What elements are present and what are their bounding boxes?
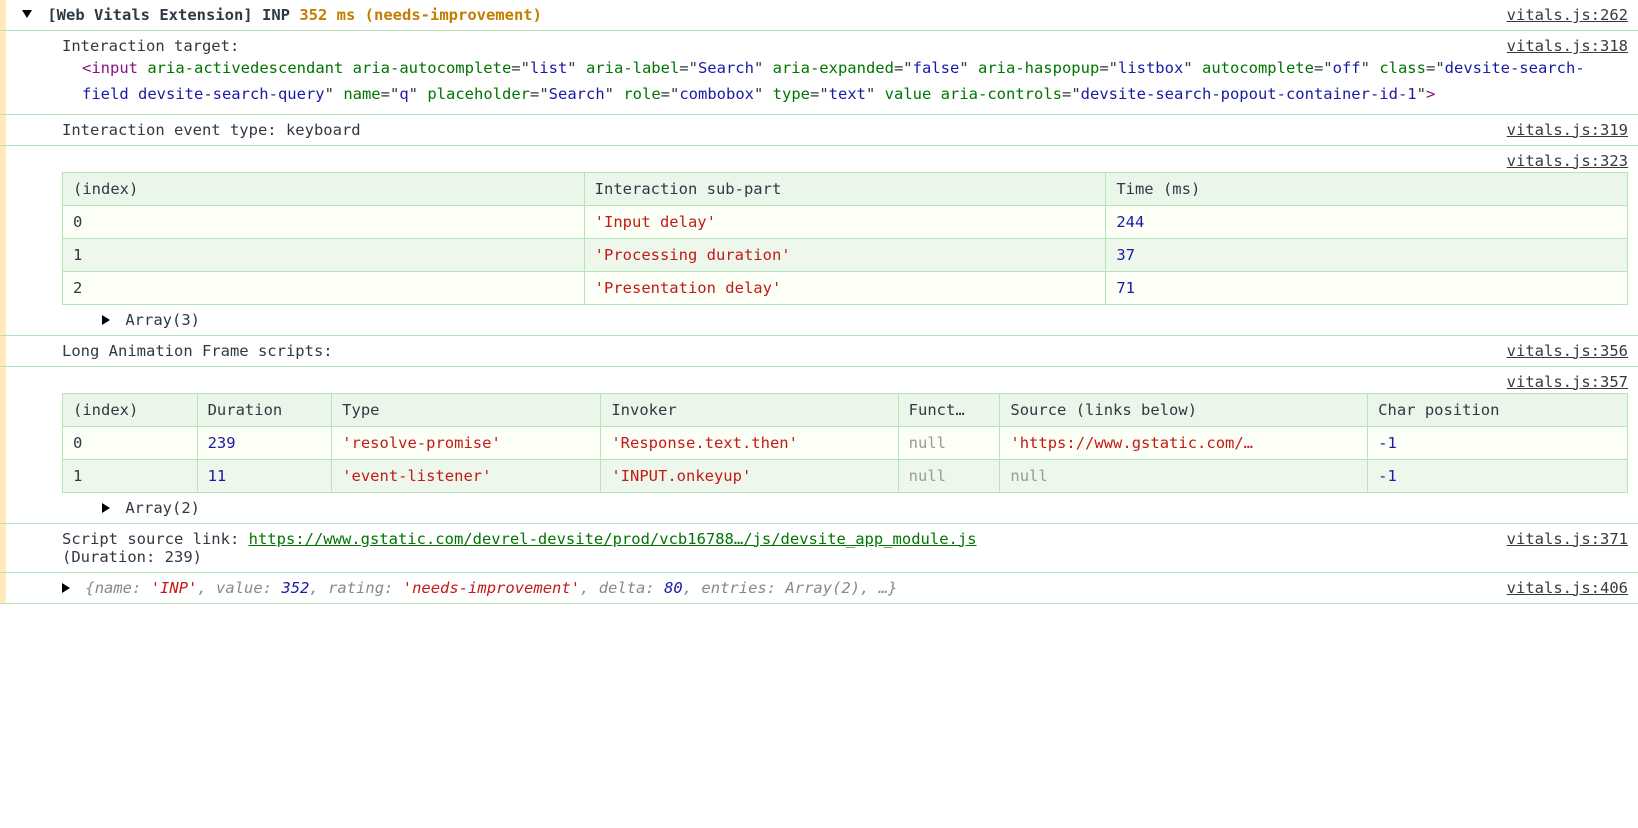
th-funct: Funct… [898, 393, 1000, 426]
source-link[interactable]: vitals.js:319 [1507, 121, 1628, 139]
source-link[interactable]: vitals.js:323 [1507, 152, 1628, 170]
log-object-summary[interactable]: {name: 'INP', value: 352, rating: 'needs… [0, 572, 1638, 604]
array-summary[interactable]: Array(3) [125, 311, 200, 329]
table-row: 0'Input delay'244 [63, 205, 1628, 238]
source-link[interactable]: vitals.js:356 [1507, 342, 1628, 360]
interaction-target-element[interactable]: <input aria-activedescendant aria-autoco… [22, 55, 1628, 108]
header-prefix: [Web Vitals Extension] [47, 6, 252, 24]
expand-object-icon[interactable] [62, 583, 70, 593]
expand-array-icon[interactable] [102, 315, 110, 325]
laf-scripts-table: (index) Duration Type Invoker Funct… Sou… [62, 393, 1628, 493]
source-link[interactable]: vitals.js:318 [1507, 37, 1628, 55]
table-row: 1'Processing duration'37 [63, 238, 1628, 271]
th-source: Source (links below) [1000, 393, 1368, 426]
log-table-interaction-parts: vitals.js:323 (index) Interaction sub-pa… [0, 145, 1638, 336]
expand-array-icon[interactable] [102, 503, 110, 513]
array-summary[interactable]: Array(2) [125, 499, 200, 517]
log-laf-label: Long Animation Frame scripts: vitals.js:… [0, 335, 1638, 367]
th-index: (index) [63, 172, 585, 205]
th-time: Time (ms) [1106, 172, 1628, 205]
th-subpart: Interaction sub-part [584, 172, 1106, 205]
header-value: 352 ms (needs-improvement) [299, 6, 542, 24]
th-duration: Duration [197, 393, 332, 426]
laf-label: Long Animation Frame scripts: [22, 342, 1479, 360]
th-charpos: Char position [1368, 393, 1628, 426]
source-link[interactable]: vitals.js:262 [1507, 6, 1628, 24]
table-row: 2'Presentation delay'71 [63, 271, 1628, 304]
th-index: (index) [63, 393, 198, 426]
script-duration: (Duration: 239) [62, 548, 977, 566]
log-script-source-link: Script source link: https://www.gstatic.… [0, 523, 1638, 573]
interaction-target-label: Interaction target: [22, 37, 1479, 55]
expand-toggle-icon[interactable] [22, 10, 32, 18]
script-link-prefix: Script source link: [62, 530, 249, 548]
source-link[interactable]: vitals.js:357 [1507, 373, 1628, 391]
event-type-text: Interaction event type: keyboard [22, 121, 1479, 139]
log-event-type: Interaction event type: keyboard vitals.… [0, 114, 1638, 146]
th-invoker: Invoker [601, 393, 898, 426]
log-interaction-target: Interaction target: vitals.js:318 <input… [0, 30, 1638, 115]
log-header-row[interactable]: [Web Vitals Extension] INP 352 ms (needs… [0, 0, 1638, 31]
script-source-url[interactable]: https://www.gstatic.com/devrel-devsite/p… [249, 530, 977, 548]
header-metric: INP [262, 6, 290, 24]
table-row: 0239'resolve-promise''Response.text.then… [63, 426, 1628, 459]
th-type: Type [332, 393, 601, 426]
source-link[interactable]: vitals.js:371 [1507, 530, 1628, 548]
log-table-laf-scripts: vitals.js:357 (index) Duration Type Invo… [0, 366, 1638, 524]
source-link[interactable]: vitals.js:406 [1507, 579, 1628, 597]
interaction-subparts-table: (index) Interaction sub-part Time (ms) 0… [62, 172, 1628, 305]
object-preview[interactable]: {name: 'INP', value: 352, rating: 'needs… [85, 579, 897, 597]
table-row: 111'event-listener''INPUT.onkeyup'nullnu… [63, 459, 1628, 492]
